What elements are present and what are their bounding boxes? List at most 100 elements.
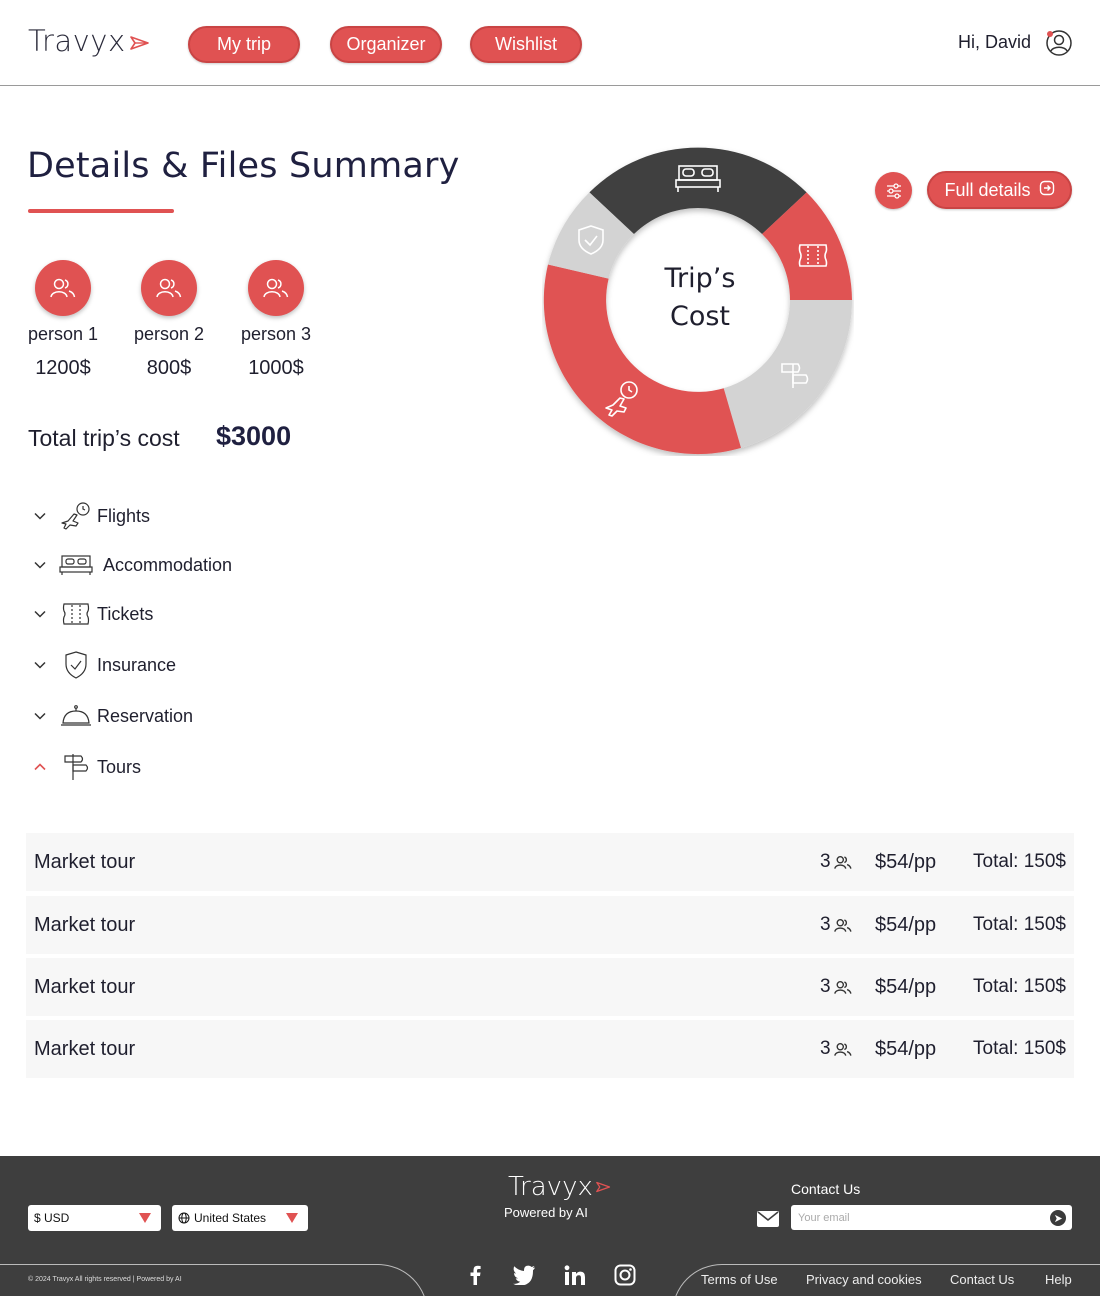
chevron-down-icon (30, 506, 50, 526)
person-name: person 1 (27, 324, 99, 344)
cloche-icon (58, 699, 94, 733)
footer-logo-text: Travyx (508, 1172, 593, 1202)
bed-icon (58, 548, 94, 582)
people-icon (833, 918, 852, 932)
nav-wishlist-button[interactable]: Wishlist (470, 26, 582, 63)
donut-segment-accommodation (589, 147, 807, 234)
paper-plane-icon (129, 24, 150, 58)
table-row[interactable]: Market tour 3 $54/pp Total: 150$ (26, 833, 1074, 891)
paper-plane-icon (595, 1181, 611, 1193)
category-accommodation[interactable]: Accommodation (30, 547, 232, 583)
category-label: Tours (97, 756, 142, 777)
ticket-icon (58, 597, 94, 631)
person-cost: 1000$ (248, 357, 304, 379)
airplane-icon (58, 499, 94, 533)
footer: $ USD United States Travyx Powered by AI… (0, 1156, 1100, 1296)
tour-price: $54/pp (875, 913, 937, 936)
category-label: Reservation (97, 705, 194, 726)
mail-icon (756, 1210, 780, 1228)
sliders-icon (886, 182, 901, 199)
tour-total: Total: 150$ (973, 851, 1066, 872)
logo[interactable]: Travyx (28, 24, 150, 58)
caret-down-icon (139, 1213, 151, 1223)
tour-participants: 3 (820, 976, 852, 998)
person-card[interactable]: person 3 1000$ (221, 260, 331, 380)
footer-link-privacy[interactable]: Privacy and cookies (806, 1272, 922, 1287)
shield-icon (58, 648, 94, 682)
full-details-button[interactable]: Full details (927, 171, 1072, 209)
people-icon (833, 855, 852, 869)
participant-count: 3 (820, 914, 831, 935)
linkedin-icon[interactable] (562, 1262, 588, 1288)
person-group-icon (35, 260, 91, 316)
top-header: Travyx My trip Organizer Wishlist Hi, Da… (0, 0, 1100, 86)
facebook-icon[interactable] (462, 1262, 488, 1288)
page-title: Details & Files Summary (27, 146, 460, 186)
tour-participants: 3 (820, 851, 852, 873)
copyright-text: © 2024 Travyx All rights reserved | Powe… (28, 1276, 182, 1283)
person-cost: 1200$ (35, 357, 91, 379)
table-row[interactable]: Market tour 3 $54/pp Total: 150$ (26, 958, 1074, 1016)
tour-total: Total: 150$ (973, 914, 1066, 935)
filter-button[interactable] (875, 172, 912, 209)
person-card[interactable]: person 1 1200$ (8, 260, 118, 380)
footer-link-contact[interactable]: Contact Us (950, 1272, 1014, 1287)
tour-total: Total: 150$ (973, 1038, 1066, 1059)
instagram-icon[interactable] (612, 1262, 638, 1288)
country-select[interactable]: United States (172, 1205, 308, 1231)
currency-select[interactable]: $ USD (28, 1205, 161, 1231)
tour-name: Market tour (34, 913, 136, 936)
tour-price: $54/pp (875, 1037, 937, 1060)
twitter-icon[interactable] (511, 1262, 537, 1288)
tour-total: Total: 150$ (973, 976, 1066, 997)
donut-center-line2: Cost (669, 301, 731, 332)
tour-participants: 3 (820, 1038, 852, 1060)
tour-participants: 3 (820, 914, 852, 936)
category-tours[interactable]: Tours (30, 749, 141, 785)
person-name: person 2 (133, 324, 205, 344)
people-icon (833, 1042, 852, 1056)
tour-name: Market tour (34, 975, 136, 998)
nav-organizer-button[interactable]: Organizer (330, 26, 442, 63)
send-email-button[interactable] (1050, 1210, 1066, 1226)
tour-price: $54/pp (875, 850, 937, 873)
footer-link-help[interactable]: Help (1045, 1272, 1072, 1287)
donut-center-line1: Trip’s (664, 263, 736, 294)
contact-title: Contact Us (791, 1181, 861, 1197)
person-cost: 800$ (146, 357, 192, 379)
email-input[interactable] (791, 1205, 1072, 1230)
chevron-down-icon (30, 655, 50, 675)
arrow-right-box-icon (1039, 180, 1055, 201)
nav-my-trip-button[interactable]: My trip (188, 26, 300, 63)
category-insurance[interactable]: Insurance (30, 647, 176, 683)
total-cost-label: Total trip’s cost (28, 425, 180, 451)
category-label: Accommodation (103, 554, 233, 575)
globe-icon (178, 1212, 190, 1224)
chevron-down-icon (30, 706, 50, 726)
category-label: Flights (97, 505, 151, 526)
category-tickets[interactable]: Tickets (30, 596, 153, 632)
chevron-down-icon (30, 555, 50, 575)
category-flights[interactable]: Flights (30, 498, 150, 534)
category-label: Insurance (97, 654, 177, 675)
total-cost-value: $3000 (216, 421, 292, 451)
send-icon (1054, 1214, 1062, 1222)
donut-center-label: Trip’s Cost (620, 260, 780, 336)
currency-value: $ USD (34, 1211, 70, 1225)
table-row[interactable]: Market tour 3 $54/pp Total: 150$ (26, 1020, 1074, 1078)
category-reservation[interactable]: Reservation (30, 698, 193, 734)
logo-text: Travyx (28, 24, 126, 58)
footer-logo[interactable]: Travyx (508, 1172, 611, 1202)
person-card[interactable]: person 2 800$ (114, 260, 224, 380)
country-value: United States (194, 1211, 267, 1225)
signpost-icon (58, 750, 94, 784)
caret-down-icon (286, 1213, 298, 1223)
footer-link-terms[interactable]: Terms of Use (701, 1272, 778, 1287)
tour-name: Market tour (34, 1037, 136, 1060)
participant-count: 3 (820, 976, 831, 997)
user-profile-icon[interactable] (1045, 29, 1073, 57)
powered-by-text: Powered by AI (504, 1205, 588, 1220)
chevron-down-icon (30, 604, 50, 624)
table-row[interactable]: Market tour 3 $54/pp Total: 150$ (26, 896, 1074, 954)
participant-count: 3 (820, 851, 831, 872)
